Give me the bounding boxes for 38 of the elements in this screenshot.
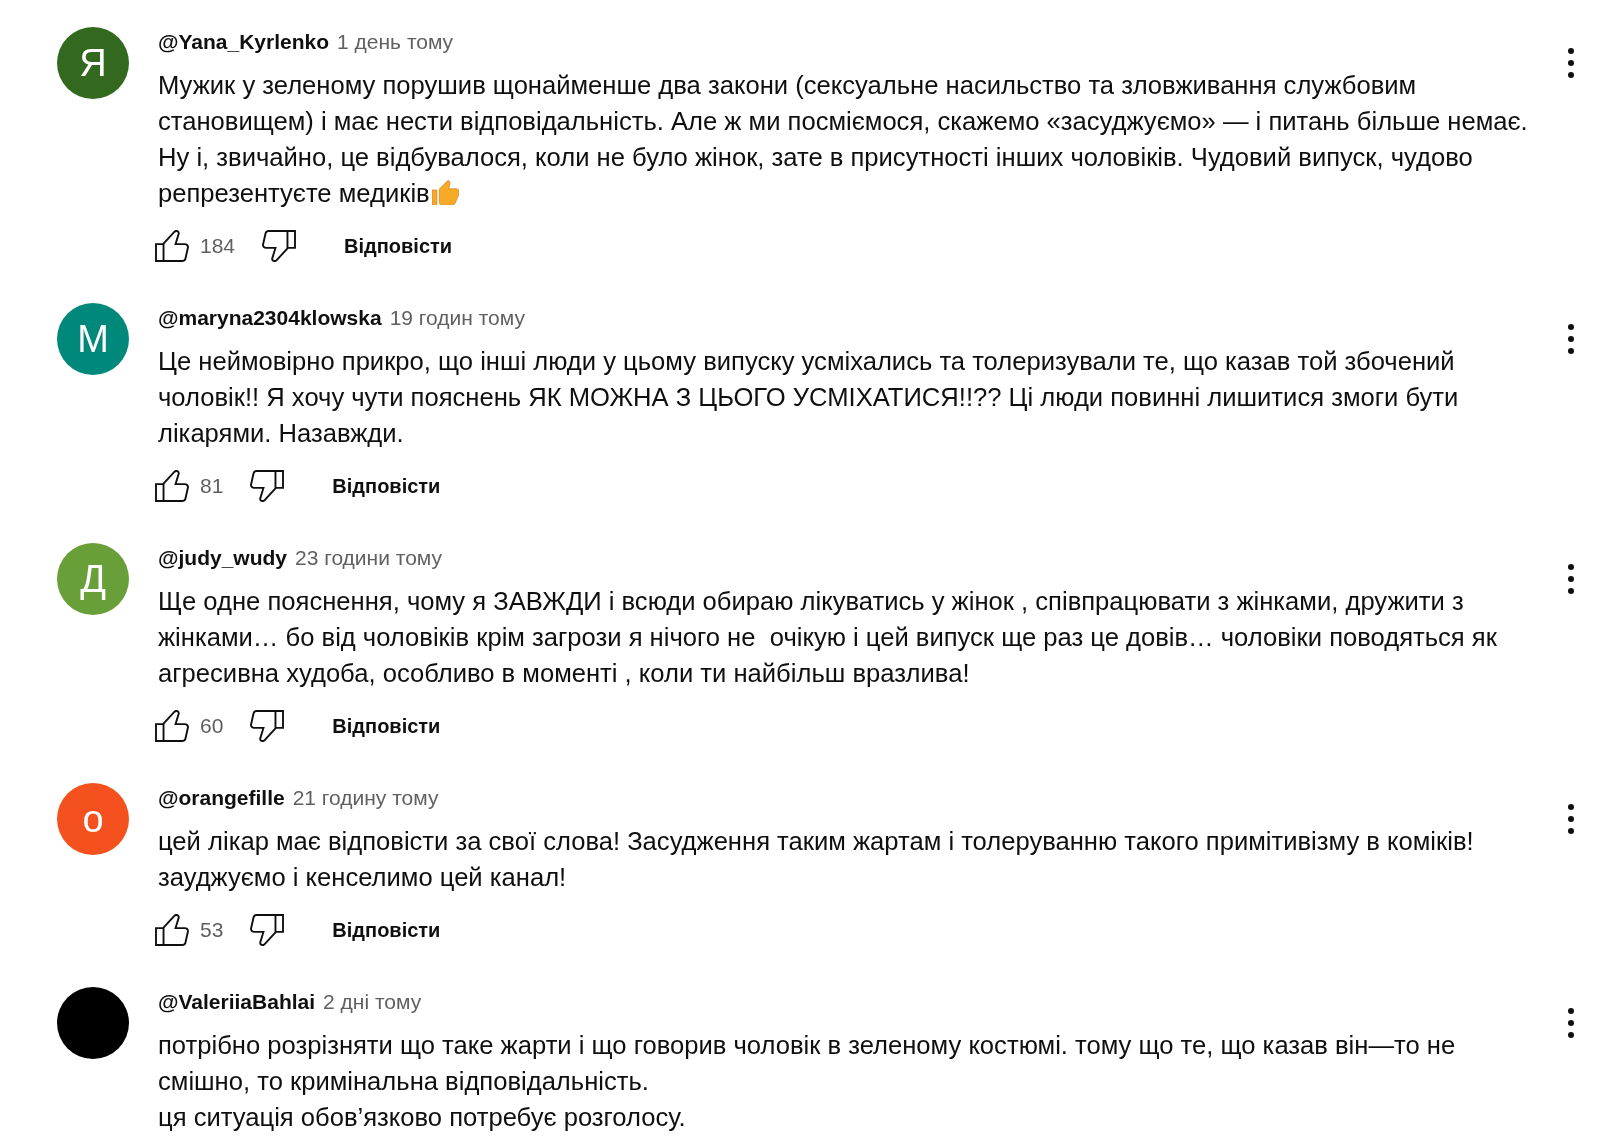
like-count: 60 [200,714,224,738]
comment-text: потрібно розрізняти що таке жарти і що говорив чоловік в зеленому костюмі. тому що те, що казав він—то не смішно, то кримінальна відповідальність. ця ситуація обов’язково потребує розголосу. [158,1031,1457,1131]
author-name[interactable]: @ValeriiaBahlai [158,987,316,1017]
reply-button[interactable]: Відповісти [314,462,459,510]
reply-button[interactable]: Відповісти [314,702,459,750]
comment-text: Мужик у зеленому порушив щонайменше два закони (сексуальне насильство та зловживання службовим становищем) і має нести відповідальність. Але ж ми посміємося, скажемо «засуджуємо» — і питань більше немає. Ну і, звичайно, це відбувалося, коли не було жінок, зате в присутності інших чоловіків. Чудовий випуск, чудово репрезентуєте медиків [158,71,1529,207]
like-count: 53 [200,918,224,942]
reply-button[interactable]: Відповісти [314,906,459,954]
more-vertical-icon [1568,564,1574,594]
like-count: 81 [200,474,224,498]
comment-time[interactable]: 19 годин тому [389,303,525,333]
more-vertical-icon [1568,324,1574,354]
author-name[interactable]: @judy_wudy [158,543,287,573]
avatar[interactable]: М [57,303,129,375]
author-name[interactable]: @maryna2304klowska [158,303,382,333]
thumbs-down-icon [250,710,285,742]
more-vertical-icon [1568,1008,1574,1038]
thumbs-up-icon [155,470,189,502]
comment-time[interactable]: 23 години тому [295,543,442,573]
thumbs-up-icon [155,230,189,262]
comment-text: Це неймовірно прикро, що інші люди у цьому випуску усміхались та толеризували те, що казав той збочений чоловік!! Я хочу чути пояснень ЯК МОЖНА З ЦЬОГО УСМІХАТИСЯ!!?? Ці люди повинні лишитися змоги бути лікарями. Назавжди. [158,347,1460,447]
author-name[interactable]: @Yana_Kyrlenko [158,27,330,57]
reply-button[interactable]: Відповісти [326,222,471,270]
more-vertical-icon [1568,48,1574,78]
more-vertical-icon [1568,804,1574,834]
thumbs-up-icon [155,710,189,742]
comment-text: Ще одне пояснення, чому я ЗАВЖДИ і всюди обираю лікуватись у жінок , співпрацювати з жінками, дружити з жінками… бо від чоловіків крім загрози я нічого не очікую і цей випуск ще раз це довів… чоловіки поводяться як агресивна худоба, особливо в моменті , коли ти найбільш вразлива! [158,587,1498,687]
comment-text: цей лікар має відповісти за свої слова! Засудження таким жартам і толеруванню такого примітивізму в коміків! зауджуємо і кенселимо цей канал! [158,827,1475,891]
thumbs-up-icon [155,914,189,946]
like-count: 184 [200,234,236,258]
comment-time[interactable]: 2 дні тому [323,987,422,1017]
thumbs-down-icon [262,230,297,262]
comment-time[interactable]: 21 годину тому [292,783,439,813]
thumbs-down-icon [250,914,285,946]
comment-time[interactable]: 1 день тому [337,27,454,57]
author-name[interactable]: @orangefille [158,783,285,813]
thumbs-down-icon [250,470,285,502]
avatar[interactable]: Я [57,27,129,99]
